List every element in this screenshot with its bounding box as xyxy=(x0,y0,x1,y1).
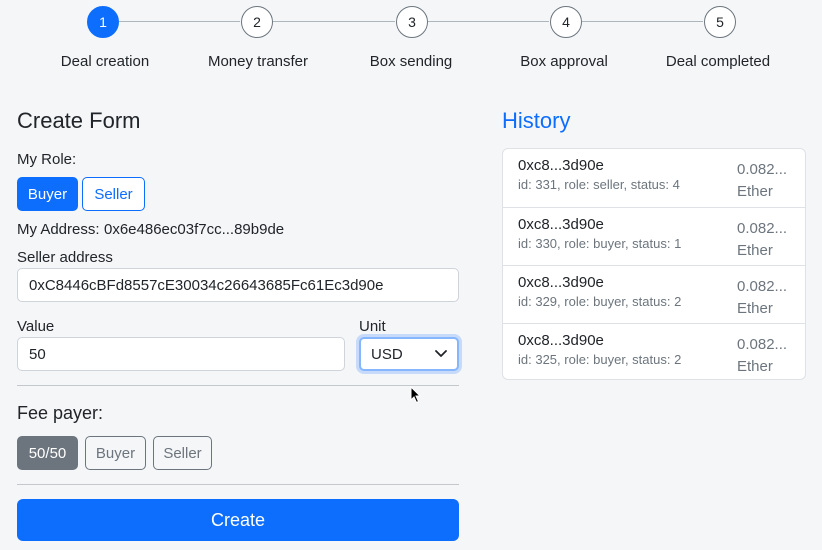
history-item-address: 0xc8...3d90e xyxy=(518,157,604,174)
role-buyer-button[interactable]: Buyer xyxy=(17,177,78,211)
step-connector xyxy=(582,21,703,22)
history-item-amount-value: 0.082... xyxy=(737,336,788,353)
history-item-amount-value: 0.082... xyxy=(737,220,788,237)
history-item-amount: 0.082... Ether xyxy=(737,276,797,320)
step-connector xyxy=(273,21,395,22)
step-1-label: Deal creation xyxy=(60,53,150,70)
my-role-label: My Role: xyxy=(17,151,77,168)
fee-payer-seller-button[interactable]: Seller xyxy=(153,436,212,470)
unit-selected-value: USD xyxy=(371,345,403,363)
history-item-address: 0xc8...3d90e xyxy=(518,332,604,349)
step-2-label: Money transfer xyxy=(207,53,309,70)
step-2-circle: 2 xyxy=(241,6,273,38)
create-button[interactable]: Create xyxy=(17,499,459,541)
history-item-meta: id: 329, role: buyer, status: 2 xyxy=(518,294,682,309)
history-item-amount: 0.082... Ether xyxy=(737,334,797,378)
step-4-circle: 4 xyxy=(550,6,582,38)
divider xyxy=(17,385,459,386)
unit-label: Unit xyxy=(359,318,386,335)
my-address-label: My Address: xyxy=(17,221,100,238)
history-list: 0xc8...3d90e id: 331, role: seller, stat… xyxy=(502,148,806,380)
step-connector xyxy=(119,21,240,22)
history-item-meta: id: 325, role: buyer, status: 2 xyxy=(518,352,682,367)
history-item-address: 0xc8...3d90e xyxy=(518,216,604,233)
fee-payer-buyer-button[interactable]: Buyer xyxy=(85,436,146,470)
step-connector xyxy=(428,21,549,22)
chevron-down-icon xyxy=(435,350,447,357)
history-item-currency: Ether xyxy=(737,300,773,317)
history-item-currency: Ether xyxy=(737,183,773,200)
step-1-circle: 1 xyxy=(87,6,119,38)
history-item-address: 0xc8...3d90e xyxy=(518,274,604,291)
step-4-label: Box approval xyxy=(520,53,608,70)
history-item[interactable]: 0xc8...3d90e id: 325, role: buyer, statu… xyxy=(503,323,805,379)
history-item-currency: Ether xyxy=(737,242,773,259)
value-label: Value xyxy=(17,318,55,335)
create-form-title: Create Form xyxy=(17,108,141,133)
history-item-meta: id: 331, role: seller, status: 4 xyxy=(518,177,680,192)
divider xyxy=(17,484,459,485)
step-3-label: Box sending xyxy=(369,53,453,70)
history-item[interactable]: 0xc8...3d90e id: 330, role: buyer, statu… xyxy=(503,207,805,265)
history-item-amount: 0.082... Ether xyxy=(737,218,797,262)
history-item-currency: Ether xyxy=(737,358,773,375)
history-title: History xyxy=(502,108,571,133)
fee-payer-label: Fee payer: xyxy=(17,403,104,423)
history-item[interactable]: 0xc8...3d90e id: 331, role: seller, stat… xyxy=(503,149,805,207)
history-item-amount-value: 0.082... xyxy=(737,278,788,295)
step-5-label: Deal completed xyxy=(665,53,771,70)
my-address-value: 0x6e486ec03f7cc...89b9de xyxy=(104,221,285,238)
step-3-circle: 3 xyxy=(396,6,428,38)
history-item-amount: 0.082... Ether xyxy=(737,159,797,203)
role-seller-button[interactable]: Seller xyxy=(82,177,145,211)
progress-stepper: 1 2 3 4 5 Deal creation Money transfer B… xyxy=(0,0,822,80)
history-item-amount-value: 0.082... xyxy=(737,161,788,178)
unit-select[interactable]: USD xyxy=(359,337,459,371)
value-input[interactable]: 50 xyxy=(17,337,345,371)
step-5-circle: 5 xyxy=(704,6,736,38)
history-item[interactable]: 0xc8...3d90e id: 329, role: buyer, statu… xyxy=(503,265,805,323)
fee-payer-5050-button[interactable]: 50/50 xyxy=(17,436,78,470)
seller-address-input[interactable]: 0xC8446cBFd8557cE30034c26643685Fc61Ec3d9… xyxy=(17,268,459,302)
mouse-cursor-icon xyxy=(410,386,422,404)
seller-address-label: Seller address xyxy=(17,249,113,266)
history-item-meta: id: 330, role: buyer, status: 1 xyxy=(518,236,682,251)
